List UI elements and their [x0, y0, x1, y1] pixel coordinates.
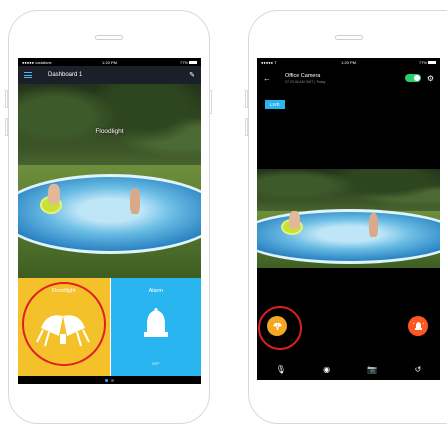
siren-icon: [412, 322, 424, 330]
alarm-tile[interactable]: Alarm OFF: [109, 278, 201, 376]
camera-power-toggle[interactable]: [404, 74, 421, 82]
left-phone-power-button: [209, 90, 212, 114]
history-icon[interactable]: ↺: [415, 365, 422, 374]
status-bar: ●●●●● vodafone 1:20 PM 77%: [18, 58, 201, 66]
page-indicator: [18, 376, 201, 384]
camera-label: Floodlight: [95, 128, 124, 135]
child-image: [289, 211, 300, 229]
camera-toolbar: 🎙 ◉ 📷 ↺: [257, 358, 440, 380]
child-image: [48, 184, 60, 204]
camera-image: [257, 169, 440, 268]
left-phone-volume-button: [5, 90, 8, 108]
status-time: 1:20 PM: [341, 59, 356, 65]
page-dot[interactable]: [111, 378, 114, 382]
camera-name: Office Camera: [285, 72, 321, 79]
child-image: [369, 213, 378, 237]
right-phone-volume-button: [245, 90, 248, 108]
alarm-button[interactable]: [408, 316, 428, 336]
annotation-circle: [258, 306, 302, 350]
dashboard-title: Dashboard 1: [48, 72, 83, 78]
page-dot-active[interactable]: [105, 378, 108, 382]
left-phone-speaker: [95, 35, 123, 40]
app-bar: Dashboard 1 ✎: [18, 66, 201, 84]
pool-image: [18, 174, 201, 254]
camera-icon[interactable]: 📷: [367, 365, 377, 374]
annotation-circle: [22, 282, 106, 366]
record-icon[interactable]: ◉: [323, 365, 330, 374]
camera-header: ← Office Camera 07:23:45 AM GMT | Today …: [257, 66, 440, 90]
status-bar: ●●●●● T 1:20 PM 77%: [257, 58, 440, 66]
status-time: 1:20 PM: [102, 59, 117, 65]
camera-image: [18, 84, 201, 278]
siren-icon: [143, 308, 168, 337]
camera-titles: Office Camera 07:23:45 AM GMT | Today: [285, 73, 325, 84]
screenshot-stage: ●●●●● vodafone 1:20 PM 77% Dashboard 1 ✎…: [0, 0, 447, 425]
child-image: [130, 188, 140, 214]
live-badge: LIVE: [265, 100, 285, 109]
gear-icon[interactable]: ⚙: [427, 74, 434, 83]
microphone-icon[interactable]: 🎙: [276, 365, 286, 374]
menu-icon[interactable]: [24, 72, 32, 78]
pool-image: [257, 209, 440, 264]
alarm-status: OFF: [151, 361, 160, 366]
live-camera-feed[interactable]: [257, 169, 440, 268]
left-phone-volume-button: [5, 118, 8, 136]
alarm-tile-label: Alarm: [148, 288, 163, 294]
camera-feed[interactable]: Floodlight: [18, 84, 201, 278]
right-phone-speaker: [335, 35, 363, 40]
back-arrow-icon[interactable]: ←: [263, 74, 271, 83]
camera-timestamp: 07:23:45 AM GMT | Today: [285, 79, 326, 84]
right-phone-volume-button: [245, 118, 248, 136]
edit-icon[interactable]: ✎: [189, 71, 195, 79]
